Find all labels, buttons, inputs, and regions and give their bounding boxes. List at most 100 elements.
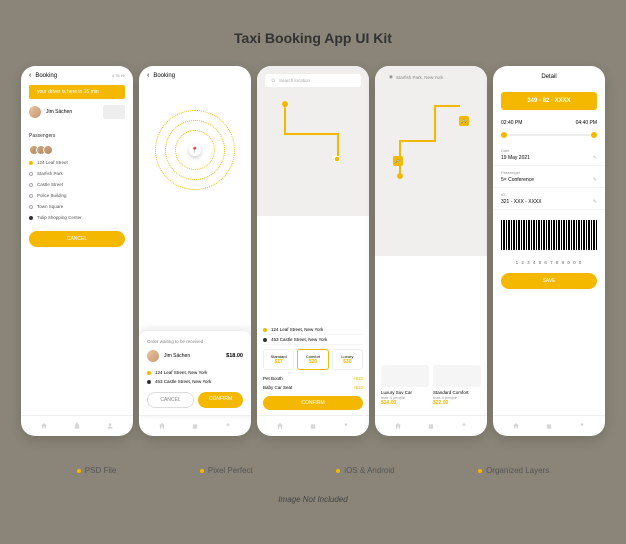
footer-note: Image Not Included [15, 495, 611, 504]
dest-dot-icon [263, 338, 267, 342]
driver-name: Jim Sächen [164, 353, 190, 359]
dest-dot-icon [147, 380, 151, 384]
screen-title: Detail [493, 66, 605, 88]
time-slider[interactable] [501, 134, 597, 136]
feature-item: Organized Layers [478, 466, 549, 475]
bag-icon[interactable] [545, 422, 553, 430]
bottom-nav [139, 415, 251, 436]
field-row: ID 321 - XXX - XXXX✎ [493, 188, 605, 210]
screen-map-cartype: Search location 124 Leaf Street, New Yor… [257, 66, 369, 436]
driver-avatar [147, 350, 159, 362]
addr-row: 124 Leaf Street, New York [147, 368, 243, 377]
price-label: $18.00 [226, 353, 243, 359]
cancel-button[interactable]: CANCEL [147, 392, 194, 408]
confirm-button[interactable]: CONFIRM [198, 392, 243, 408]
location-label: ◉Starfish Park, New York [389, 74, 443, 80]
user-icon[interactable] [224, 422, 232, 430]
feature-item: Pixel Perfect [200, 466, 253, 475]
passengers-heading: Passengers [21, 129, 133, 143]
car-image [433, 365, 481, 387]
stop-row[interactable]: Tulip Shopping Center [21, 212, 133, 223]
feature-item: PSD File [77, 466, 117, 475]
car-option[interactable]: Standard$17 [263, 349, 294, 370]
stop-dot-icon [29, 194, 33, 198]
addon-row[interactable]: Pet Booth+$10 [263, 374, 363, 383]
screen-booking-list: ‹ Booking 4.75 Hr your driver is here in… [21, 66, 133, 436]
notice-text: Order waiting to be received [147, 339, 243, 344]
stop-row[interactable]: Police Building [21, 190, 133, 201]
home-icon[interactable] [394, 422, 402, 430]
bullet-icon [200, 469, 204, 473]
addr-row[interactable]: 453 Castle Street, New York [263, 335, 363, 345]
bottom-nav [257, 415, 369, 436]
car-image [381, 365, 429, 387]
edit-icon[interactable]: ✎ [593, 199, 597, 205]
map-view[interactable]: Search location [257, 66, 369, 216]
phone-mockups-row: ‹ Booking 4.75 Hr your driver is here in… [15, 66, 611, 436]
field-row: Passenger 5× Conference✎ [493, 166, 605, 188]
booking-code: 349 - 82 - XXXX [501, 92, 597, 110]
back-icon[interactable]: ‹ [29, 72, 31, 79]
stop-row[interactable]: Castle Street [21, 179, 133, 190]
save-button[interactable]: SAVE [501, 273, 597, 289]
edit-icon[interactable]: ✎ [593, 155, 597, 161]
bottom-nav [375, 415, 487, 436]
back-icon[interactable]: ‹ [147, 72, 149, 79]
time-start: 02:40 PM [501, 120, 522, 126]
bag-icon[interactable] [309, 422, 317, 430]
map-view[interactable]: ◉Starfish Park, New York 🚕 🚕 [375, 66, 487, 256]
eta-banner: your driver is here in 15 min [29, 85, 125, 99]
driver-avatar [29, 106, 41, 118]
confirm-button[interactable]: CONFIRM [263, 396, 363, 410]
user-icon[interactable] [342, 422, 350, 430]
driver-row[interactable]: Jim Sächen [21, 99, 133, 125]
passenger-avatars[interactable] [21, 143, 133, 157]
addr-row[interactable]: 124 Leaf Street, New York [263, 325, 363, 335]
stop-row[interactable]: 124 Leaf Street [21, 157, 133, 168]
addon-row[interactable]: Baby Car Seat+$10 [263, 383, 363, 392]
page-title: Taxi Booking App UI Kit [15, 30, 611, 46]
pickup-pin-icon [281, 100, 289, 108]
car-option[interactable]: Luxury$30 [332, 349, 363, 370]
user-icon[interactable] [460, 422, 468, 430]
bullet-icon [77, 469, 81, 473]
pin-icon: ◉ [389, 74, 393, 80]
cancel-button[interactable]: CANCEL [29, 231, 125, 247]
home-icon[interactable] [276, 422, 284, 430]
barcode-number: 1 2 3 4 5 6 7 8 9 0 0 0 [493, 260, 605, 265]
pickup-dot-icon [147, 371, 151, 375]
bag-icon[interactable] [427, 422, 435, 430]
pickup-dot-icon [263, 328, 267, 332]
home-icon[interactable] [158, 422, 166, 430]
screen-map-luxury: ◉Starfish Park, New York 🚕 🚕 Luxury Suv … [375, 66, 487, 436]
bag-icon[interactable] [73, 422, 81, 430]
field-row: Date 19 May 2021✎ [493, 144, 605, 166]
user-icon[interactable] [578, 422, 586, 430]
bottom-nav [21, 415, 133, 436]
stop-dot-icon [29, 172, 33, 176]
screen-detail: Detail 349 - 82 - XXXX 02:40 PM 04:40 PM… [493, 66, 605, 436]
avatar [43, 145, 53, 155]
barcode [501, 220, 597, 250]
bullet-icon [336, 469, 340, 473]
car-option[interactable]: Comfort$20 [297, 349, 328, 370]
car-card[interactable]: Luxury Suv Car max 4 people $34.00 [381, 365, 429, 406]
stop-row[interactable]: Town Square [21, 201, 133, 212]
search-icon [271, 78, 276, 83]
home-icon[interactable] [40, 422, 48, 430]
driver-thumbnail [103, 105, 125, 119]
screen-radar: ‹ Booking 📍 Order waiting to be received… [139, 66, 251, 436]
stop-dot-icon [29, 183, 33, 187]
driver-row[interactable]: Jim Sächen $18.00 [147, 350, 243, 362]
user-icon[interactable] [106, 422, 114, 430]
stop-dot-icon [29, 205, 33, 209]
features-row: PSD File Pixel Perfect iOS & Android Org… [15, 466, 611, 475]
stop-row[interactable]: Starfish Park [21, 168, 133, 179]
car-card[interactable]: Standard Comfort max 4 people $22.00 [433, 365, 481, 406]
edit-icon[interactable]: ✎ [593, 177, 597, 183]
bag-icon[interactable] [191, 422, 199, 430]
addr-row: 453 Castle Street, New York [147, 377, 243, 386]
bullet-icon [478, 469, 482, 473]
home-icon[interactable] [512, 422, 520, 430]
search-input[interactable]: Search location [265, 74, 361, 87]
